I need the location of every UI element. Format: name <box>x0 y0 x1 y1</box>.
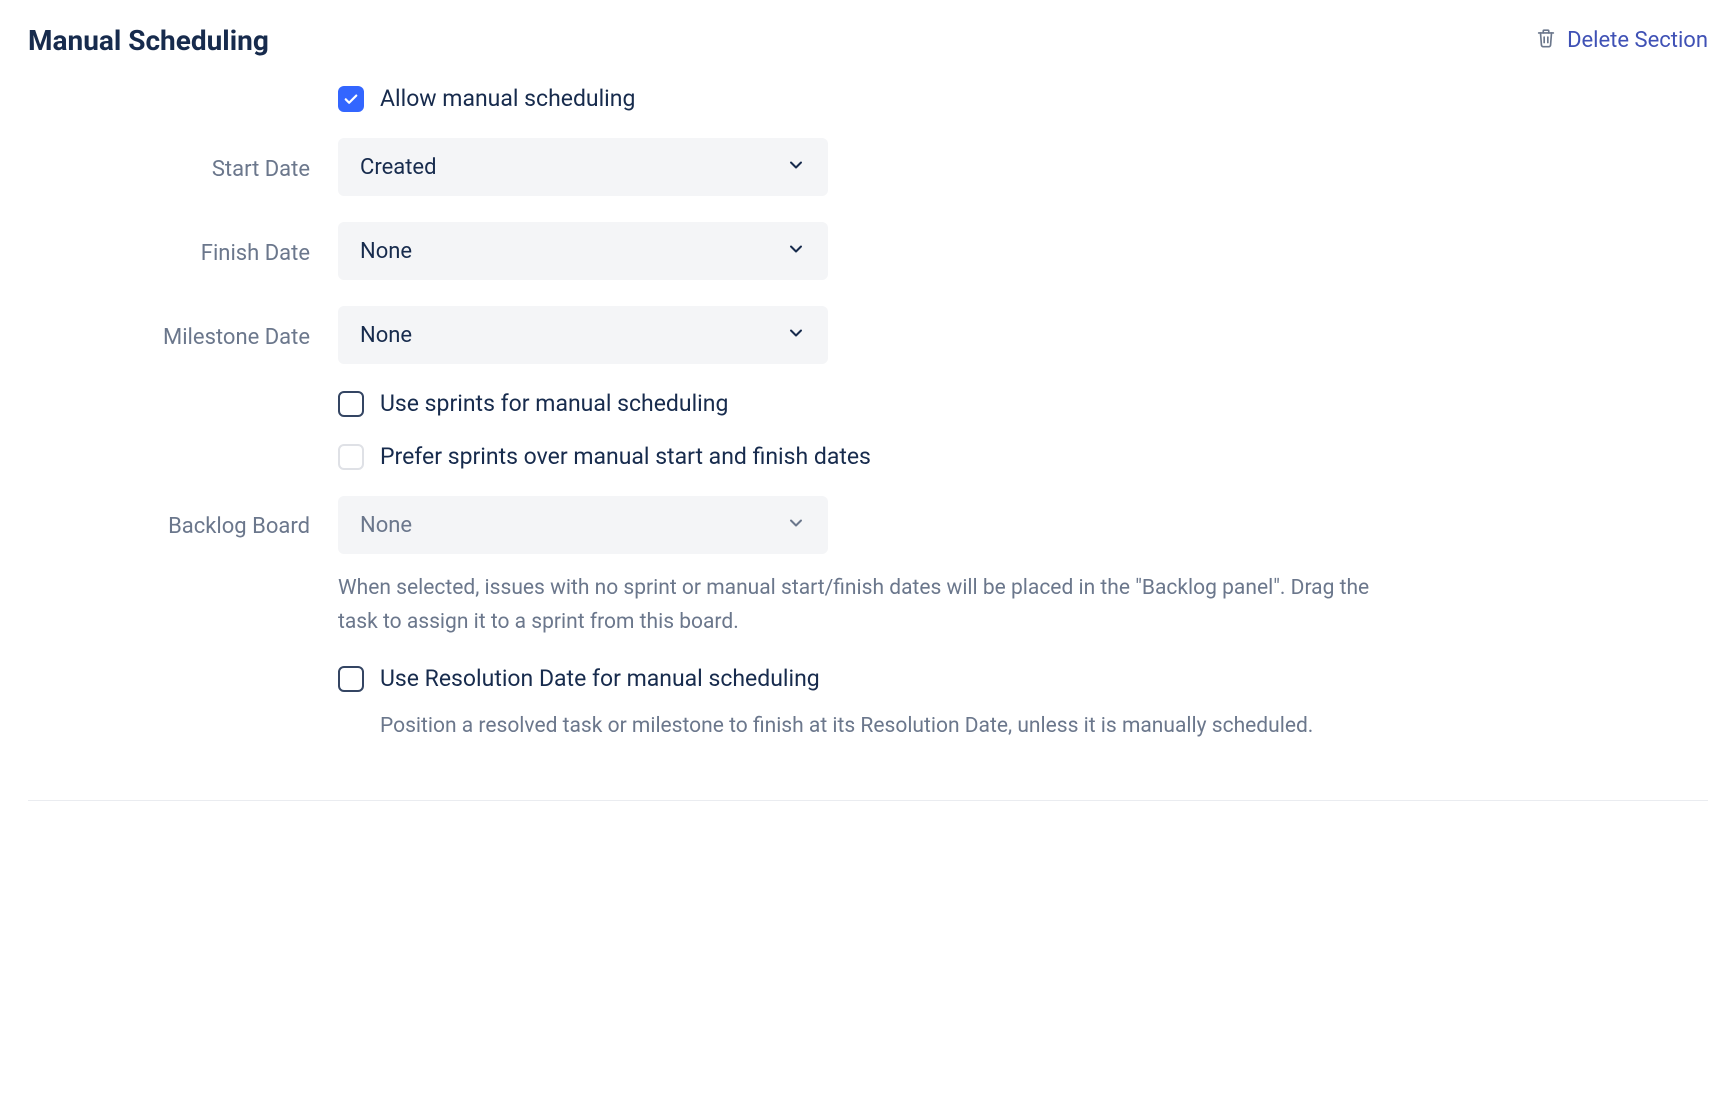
use-resolution-date-checkbox[interactable] <box>338 666 364 692</box>
chevron-down-icon <box>786 323 806 347</box>
allow-manual-scheduling-option[interactable]: Allow manual scheduling <box>338 85 1388 112</box>
start-date-label: Start Date <box>28 149 338 186</box>
trash-icon <box>1535 27 1557 55</box>
use-resolution-date-option[interactable]: Use Resolution Date for manual schedulin… <box>338 665 1388 692</box>
milestone-date-label: Milestone Date <box>28 317 338 354</box>
finish-date-select[interactable]: None <box>338 222 828 280</box>
chevron-down-icon <box>786 513 806 537</box>
backlog-board-value: None <box>360 513 412 538</box>
use-sprints-label: Use sprints for manual scheduling <box>380 390 728 417</box>
prefer-sprints-option: Prefer sprints over manual start and fin… <box>338 443 1388 470</box>
section-title: Manual Scheduling <box>28 24 269 57</box>
use-resolution-date-help: Position a resolved task or milestone to… <box>338 710 1388 744</box>
use-sprints-option[interactable]: Use sprints for manual scheduling <box>338 390 1388 417</box>
backlog-board-help: When selected, issues with no sprint or … <box>338 572 1388 639</box>
backlog-board-label: Backlog Board <box>28 496 338 543</box>
milestone-date-value: None <box>360 323 412 348</box>
finish-date-label: Finish Date <box>28 233 338 270</box>
chevron-down-icon <box>786 239 806 263</box>
delete-section-label: Delete Section <box>1567 28 1708 53</box>
chevron-down-icon <box>786 155 806 179</box>
start-date-select[interactable]: Created <box>338 138 828 196</box>
delete-section-button[interactable]: Delete Section <box>1535 27 1708 55</box>
allow-manual-scheduling-label: Allow manual scheduling <box>380 85 635 112</box>
finish-date-value: None <box>360 239 412 264</box>
manual-scheduling-section: Manual Scheduling Delete Section <box>28 24 1708 801</box>
allow-manual-scheduling-checkbox[interactable] <box>338 86 364 112</box>
use-resolution-date-label: Use Resolution Date for manual schedulin… <box>380 665 820 692</box>
milestone-date-select[interactable]: None <box>338 306 828 364</box>
use-sprints-checkbox[interactable] <box>338 391 364 417</box>
start-date-value: Created <box>360 155 436 180</box>
prefer-sprints-label: Prefer sprints over manual start and fin… <box>380 443 871 470</box>
prefer-sprints-checkbox <box>338 444 364 470</box>
backlog-board-select: None <box>338 496 828 554</box>
section-header: Manual Scheduling Delete Section <box>28 24 1708 57</box>
check-icon <box>342 90 360 108</box>
